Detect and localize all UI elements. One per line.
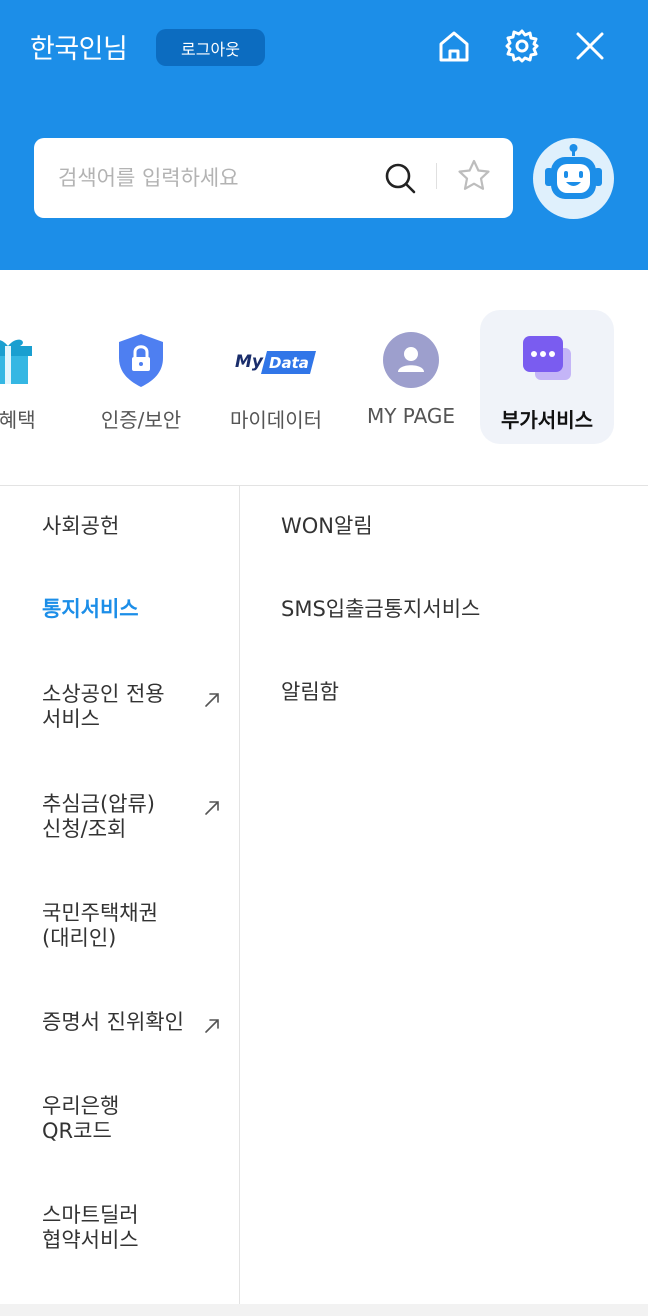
- logout-button[interactable]: 로그아웃: [156, 29, 265, 66]
- category-item-security[interactable]: 인증/보안: [86, 310, 196, 444]
- side-menu-certificate-verify[interactable]: 증명서 진위확인: [42, 1010, 184, 1035]
- search-divider: [436, 163, 437, 189]
- external-link-icon: [205, 801, 219, 815]
- category-label: 마이데이터: [230, 408, 322, 432]
- side-menu-label: 통지서비스: [42, 597, 139, 621]
- sub-menu-inbox[interactable]: 알림함: [281, 680, 339, 705]
- category-label: 부가서비스: [501, 408, 593, 432]
- side-menu-housing-bond[interactable]: 국민주택채권 (대리인): [42, 901, 158, 951]
- svg-text:My: My: [235, 352, 264, 372]
- close-icon[interactable]: [570, 26, 610, 66]
- gift-icon: [0, 330, 38, 390]
- side-menu-label: 소상공인 전용: [42, 682, 165, 706]
- external-link-icon: [205, 1019, 219, 1033]
- side-menu-small-business[interactable]: 소상공인 전용 서비스: [42, 682, 165, 732]
- chat-bubble-icon: [517, 330, 577, 390]
- gear-icon[interactable]: [502, 26, 542, 66]
- user-greeting: 한국인님: [30, 34, 128, 65]
- side-menu-garnishment[interactable]: 추심금(압류) 신청/조회: [42, 792, 155, 842]
- side-menu-smart-dealer[interactable]: 스마트딜러 협약서비스: [42, 1203, 139, 1253]
- side-menu-notification[interactable]: 통지서비스: [42, 597, 139, 622]
- user-icon: [381, 330, 441, 390]
- category-item-benefits[interactable]: 할혜택: [0, 310, 63, 444]
- category-item-mypage[interactable]: MY PAGE: [356, 310, 466, 444]
- home-icon[interactable]: [434, 26, 474, 66]
- category-item-extra-services[interactable]: 부가서비스: [480, 310, 614, 444]
- header-bar: 한국인님 로그아웃: [0, 0, 648, 270]
- side-menu-label: 사회공헌: [42, 514, 120, 538]
- side-menu-label: 협약서비스: [42, 1228, 139, 1252]
- search-box: [34, 138, 513, 218]
- mydata-logo-icon: My Data: [234, 330, 318, 390]
- side-menu-label: 증명서 진위확인: [42, 1010, 184, 1034]
- section-divider: [0, 485, 648, 486]
- category-label: 인증/보안: [100, 408, 182, 432]
- shield-lock-icon: [111, 330, 171, 390]
- chatbot-icon[interactable]: [533, 138, 614, 219]
- sub-menu-sms-notice[interactable]: SMS입출금통지서비스: [281, 597, 480, 622]
- category-label: MY PAGE: [366, 404, 456, 428]
- side-menu-social[interactable]: 사회공헌: [42, 514, 119, 539]
- category-label: 할혜택: [0, 408, 36, 432]
- svg-text:Data: Data: [269, 354, 309, 372]
- category-icon-row: 할혜택 인증/보안 My Data 마이데이터: [0, 270, 648, 485]
- side-menu-label: (대리인): [42, 926, 117, 950]
- side-menu-label: 국민주택채권: [42, 901, 158, 925]
- sub-menu-won-alarm[interactable]: WON알림: [281, 514, 373, 539]
- external-link-icon: [205, 693, 219, 707]
- search-icon[interactable]: [380, 158, 420, 198]
- side-menu-qr-code[interactable]: 우리은행 QR코드: [42, 1094, 119, 1144]
- category-item-mydata[interactable]: My Data 마이데이터: [221, 310, 331, 444]
- side-menu-label: 서비스: [42, 707, 100, 731]
- side-menu-label: 스마트딜러: [42, 1203, 139, 1227]
- side-menu-label: 추심금(압류): [42, 792, 155, 816]
- side-menu-label: 신청/조회: [42, 817, 127, 841]
- side-menu-label: QR코드: [42, 1119, 112, 1143]
- bottom-bar: [0, 1304, 648, 1316]
- search-input[interactable]: [58, 138, 378, 218]
- star-icon[interactable]: [455, 157, 493, 195]
- side-menu-label: 우리은행: [42, 1094, 120, 1118]
- column-divider: [239, 486, 240, 1306]
